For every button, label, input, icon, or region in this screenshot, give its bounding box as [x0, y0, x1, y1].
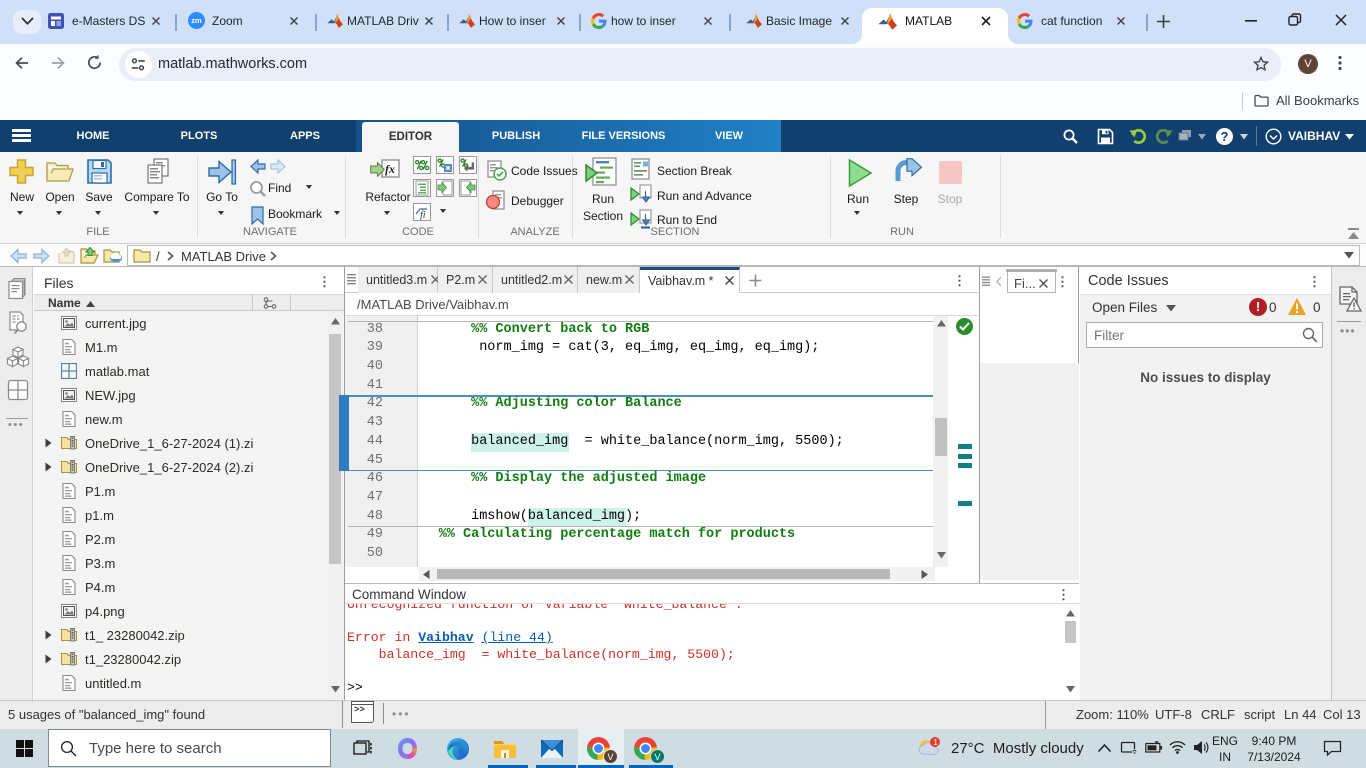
svg-text:fi: fi [420, 210, 426, 220]
svg-text:1: 1 [933, 737, 938, 747]
svg-text:fx: fx [385, 162, 395, 176]
